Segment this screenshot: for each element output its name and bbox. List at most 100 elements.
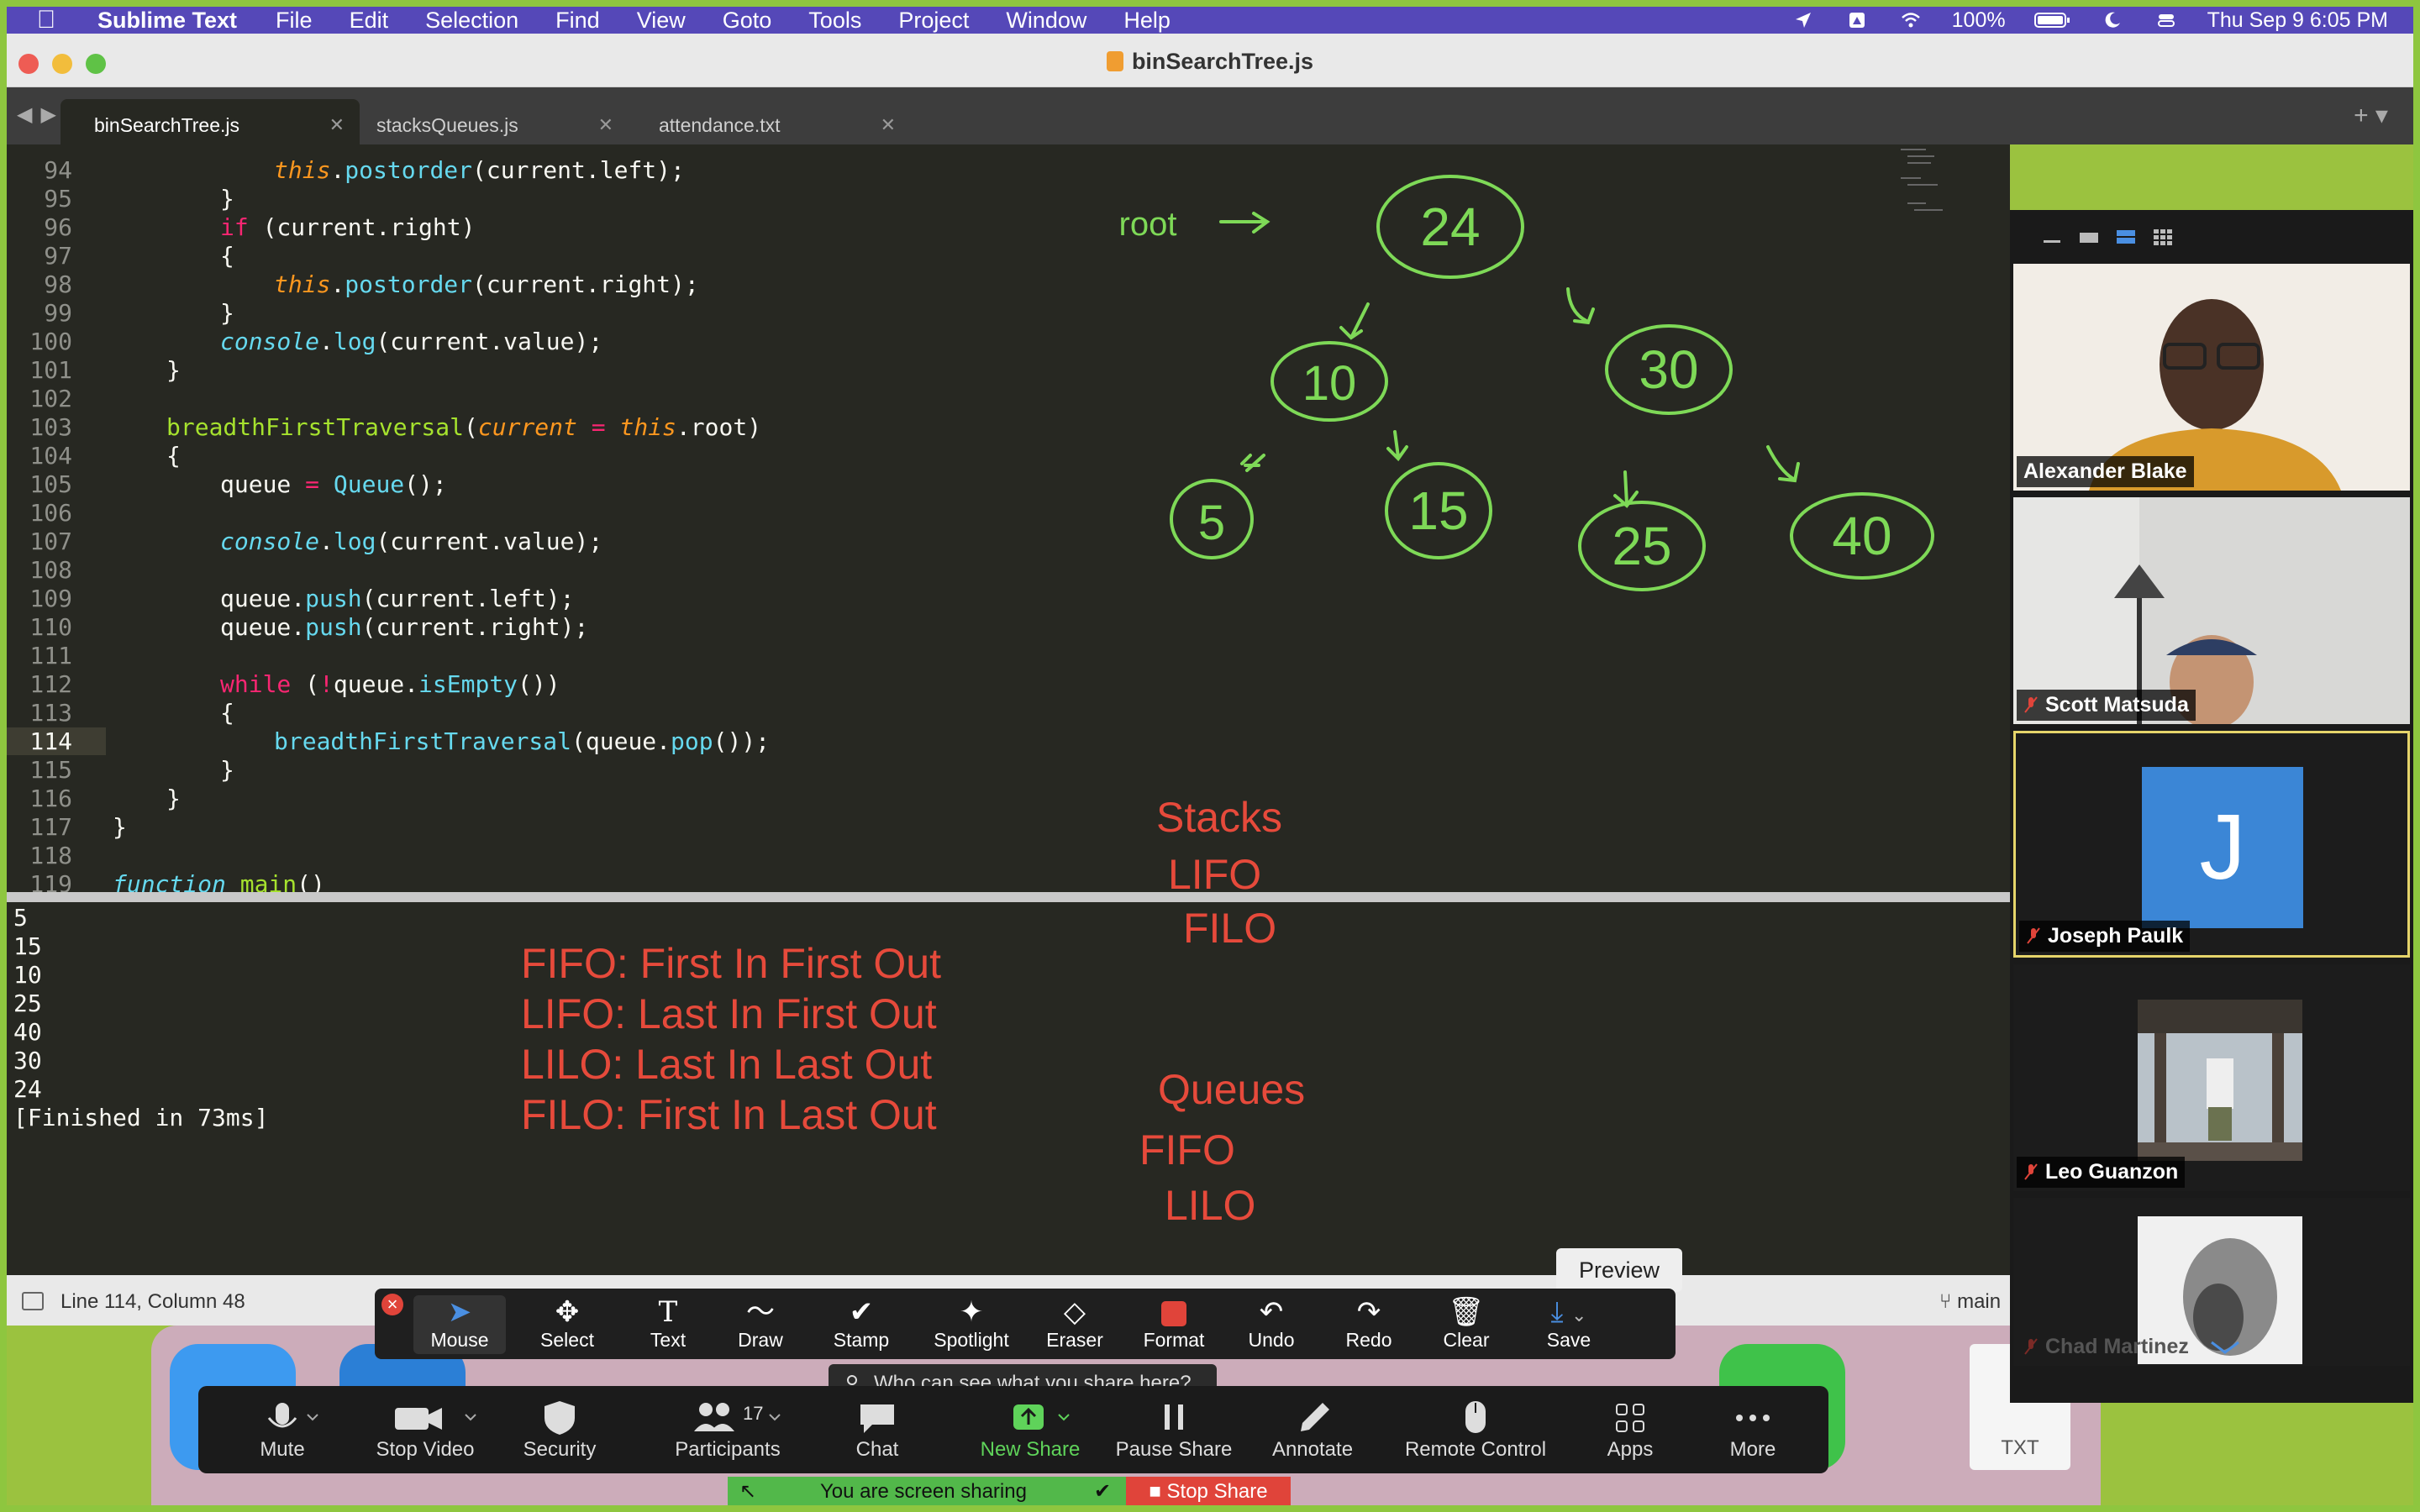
muted-mic-icon <box>2027 927 2040 944</box>
annotate-button[interactable]: Annotate <box>1262 1398 1363 1462</box>
annotate-redo-button[interactable]: ↷ Redo <box>1323 1295 1415 1352</box>
tab-label: attendance.txt <box>659 114 781 136</box>
close-tab-icon[interactable]: ✕ <box>598 114 613 136</box>
code-line: 95} <box>44 185 234 213</box>
new-tab-button[interactable]: + ▾ <box>2354 101 2388 130</box>
gallery-view-icon[interactable] <box>2153 228 2173 245</box>
participant-tile-active-speaker[interactable]: J Joseph Paulk <box>2013 731 2410 958</box>
moon-icon[interactable] <box>2100 10 2125 30</box>
menu-find[interactable]: Find <box>555 8 600 34</box>
menu-app-name[interactable]: Sublime Text <box>97 8 237 34</box>
participant-tile[interactable]: Leo Guanzon <box>2013 964 2410 1191</box>
tab-nav-arrows[interactable]: ◀▶ <box>17 102 65 127</box>
save-download-icon: ⤓ ⌄ <box>1550 1296 1587 1328</box>
code-line: 103 breadthFirstTraversal(current = this.… <box>29 413 762 441</box>
panel-splitter[interactable] <box>7 892 2010 902</box>
menu-project[interactable]: Project <box>898 8 969 34</box>
sublime-icon <box>1106 51 1123 71</box>
strip-view-icon[interactable] <box>2116 228 2136 245</box>
menu-goto[interactable]: Goto <box>723 8 772 34</box>
annotation-fifo-definition: FIFO: First In First Out <box>521 940 941 987</box>
stop-video-button[interactable]: Stop Video <box>358 1398 492 1462</box>
menu-selection[interactable]: Selection <box>425 8 518 34</box>
annotate-format-button[interactable]: Format <box>1128 1295 1220 1352</box>
apps-button[interactable]: Apps <box>1588 1398 1672 1462</box>
menu-file[interactable]: File <box>276 8 313 34</box>
menu-tools[interactable]: Tools <box>808 8 861 34</box>
output-line: 5 <box>13 904 28 932</box>
annotate-stamp-button[interactable]: ✔ Stamp <box>815 1295 908 1352</box>
apple-icon[interactable]:  <box>22 6 71 34</box>
menu-window[interactable]: Window <box>1006 8 1086 34</box>
chevron-down-icon[interactable] <box>2208 1339 2242 1356</box>
git-branch[interactable]: ⑂ main <box>1939 1290 2001 1314</box>
annotate-draw-button[interactable]: 〜 Draw <box>714 1295 807 1352</box>
code-line: 108 <box>29 556 72 584</box>
annotate-clear-button[interactable]: 🗑 Clear <box>1420 1295 1512 1352</box>
minimize-video-icon[interactable] <box>2042 228 2062 245</box>
battery-percent: 100% <box>1951 8 2006 32</box>
trash-icon: 🗑 <box>1448 1296 1485 1328</box>
code-line: 98 this.postorder(current.right); <box>44 270 699 298</box>
wifi-icon[interactable] <box>1898 10 1923 30</box>
annotate-eraser-button[interactable]: ◇ Eraser <box>1028 1295 1121 1352</box>
code-line: 106 <box>29 499 72 527</box>
participants-button[interactable]: Participants 17 <box>652 1398 803 1462</box>
pause-icon <box>1165 1404 1183 1430</box>
panel-toggle-icon[interactable] <box>22 1292 44 1310</box>
participant-name: Joseph Paulk <box>2019 921 2191 952</box>
participant-tile[interactable]: Chad Martinez <box>2013 1198 2410 1366</box>
mute-button[interactable]: Mute <box>232 1398 333 1462</box>
wand-icon: ✦ <box>959 1296 984 1328</box>
code-line: 110 queue.push(current.right); <box>29 613 589 641</box>
menu-view[interactable]: View <box>637 8 686 34</box>
battery-icon[interactable] <box>2033 10 2071 30</box>
participant-name: Leo Guanzon <box>2017 1157 2186 1188</box>
annotation-stacks-item: LIFO <box>1168 851 1262 898</box>
annotate-undo-button[interactable]: ↶ Undo <box>1225 1295 1318 1352</box>
control-center-icon[interactable] <box>2154 10 2179 30</box>
code-editor[interactable]: 94 this.postorder(current.left); 95} 96 if… <box>7 144 2010 892</box>
sharing-status-text: You are screen sharing <box>820 1480 1027 1503</box>
tab-binsearchtree[interactable]: binSearchTree.js ✕ <box>60 99 360 144</box>
location-icon[interactable] <box>1791 10 1816 30</box>
drive-icon[interactable] <box>1844 10 1870 30</box>
tab-attendance[interactable]: attendance.txt ✕ <box>625 99 911 144</box>
move-icon: ✥ <box>555 1296 580 1328</box>
code-line: 118 <box>29 842 72 869</box>
checkmark-icon: ✔ <box>849 1296 874 1328</box>
pause-share-button[interactable]: Pause Share <box>1111 1398 1237 1462</box>
participant-tile[interactable]: Alexander Blake <box>2013 264 2410 491</box>
annotate-save-button[interactable]: ⤓ ⌄ Save <box>1523 1295 1615 1352</box>
speaker-view-icon[interactable] <box>2079 228 2099 245</box>
more-button[interactable]: More <box>1711 1398 1795 1462</box>
muted-mic-icon <box>2024 696 2038 713</box>
stop-share-button[interactable]: ■ Stop Share <box>1126 1477 1291 1507</box>
menu-edit[interactable]: Edit <box>350 8 389 34</box>
tab-stacksqueues[interactable]: stacksQueues.js ✕ <box>343 99 629 144</box>
participant-tile[interactable]: Scott Matsuda <box>2013 497 2410 724</box>
menubar-datetime[interactable]: Thu Sep 9 6:05 PM <box>2207 8 2388 33</box>
remote-control-button[interactable]: Remote Control <box>1392 1398 1560 1462</box>
undo-icon: ↶ <box>1259 1296 1284 1328</box>
output-line: 40 <box>13 1018 42 1046</box>
annotate-spotlight-button[interactable]: ✦ Spotlight <box>913 1295 1030 1352</box>
drag-handle-icon[interactable]: ↖ <box>739 1477 756 1507</box>
annotate-text-button[interactable]: T Text <box>622 1295 714 1352</box>
menu-help[interactable]: Help <box>1123 8 1171 34</box>
minimap[interactable] <box>1901 144 1976 220</box>
avatar: J <box>2142 767 2303 928</box>
security-button[interactable]: Security <box>509 1398 610 1462</box>
close-tab-icon[interactable]: ✕ <box>881 114 896 136</box>
window-titlebar: binSearchTree.js <box>7 34 2413 87</box>
new-share-button[interactable]: New Share <box>971 1398 1089 1462</box>
annotate-mouse-button[interactable]: ➤ Mouse <box>413 1295 506 1354</box>
cursor-position[interactable]: Line 114, Column 48 <box>60 1290 245 1314</box>
annotate-select-button[interactable]: ✥ Select <box>521 1295 613 1352</box>
close-annotation-icon[interactable]: × <box>381 1294 403 1315</box>
chat-button[interactable]: Chat <box>835 1398 919 1462</box>
code-line: 119 function main() <box>29 870 325 892</box>
microphone-icon <box>267 1403 318 1428</box>
window-title: binSearchTree.js <box>7 49 2413 75</box>
annotation-queues-item: FIFO <box>1139 1126 1235 1173</box>
